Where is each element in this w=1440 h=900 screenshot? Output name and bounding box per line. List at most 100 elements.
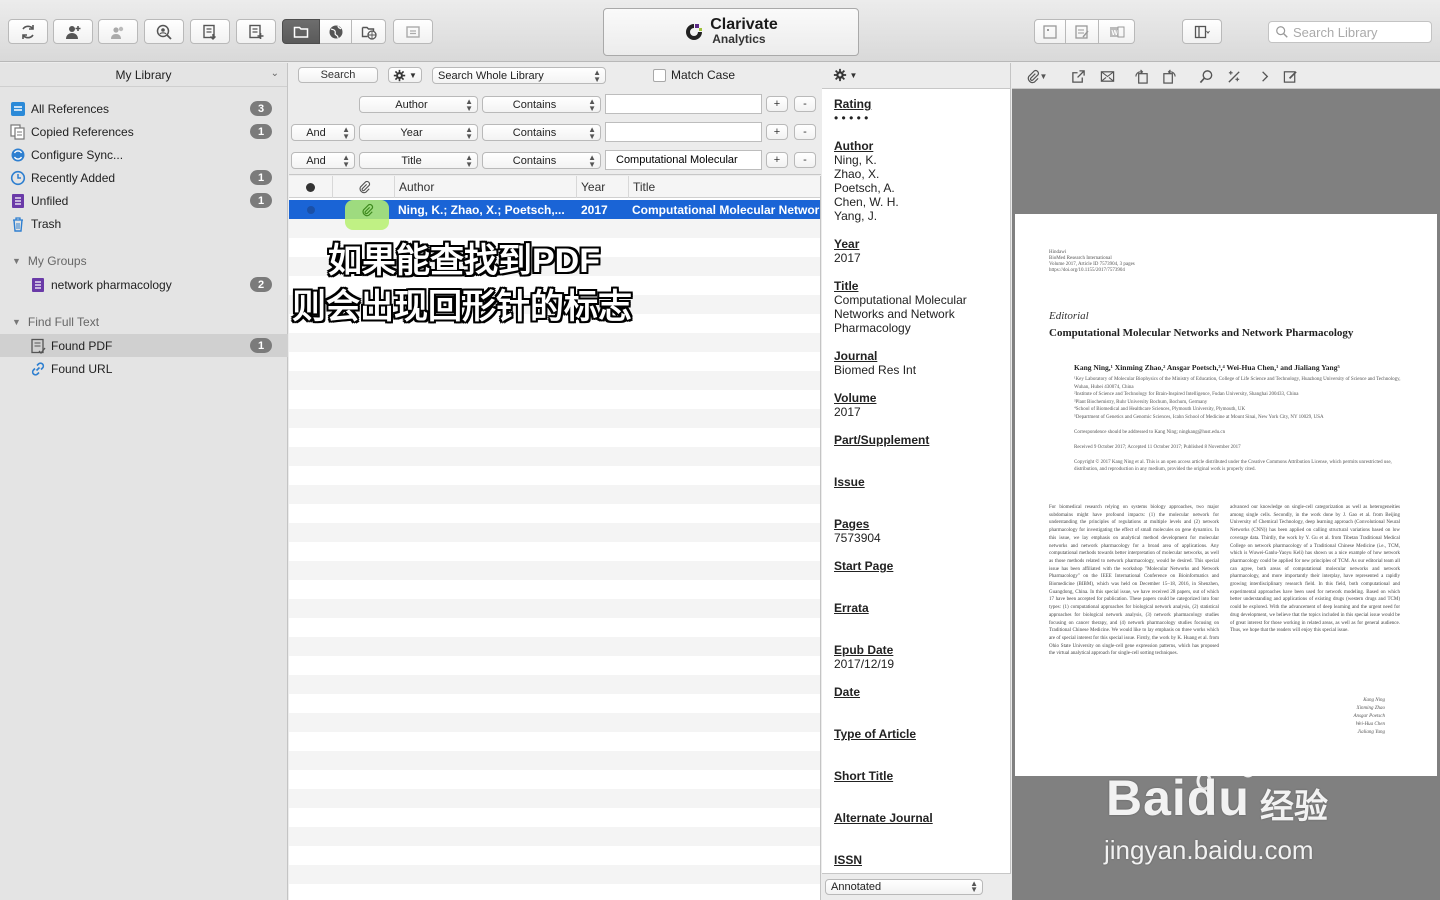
pdf-page[interactable]: Hindawi BioMed Research International Vo… (1015, 214, 1437, 776)
detail-field[interactable]: Type of Article (834, 727, 1004, 769)
search-value-field[interactable] (605, 150, 762, 170)
sidebar-item-configure-sync[interactable]: Configure Sync... (0, 143, 288, 166)
group-header-find-full-text[interactable]: ▼ Find Full Text (0, 311, 288, 333)
search-library-input[interactable] (1293, 24, 1423, 40)
sidebar-title: My Library (115, 67, 172, 82)
search-bool-select[interactable]: And ▲ ▼ (291, 124, 355, 141)
checkbox-box[interactable] (653, 68, 666, 82)
folder-list-icon (406, 25, 420, 38)
layout-reference-button[interactable] (1034, 19, 1066, 44)
search-button[interactable]: Search (298, 67, 378, 83)
detail-field[interactable]: Pages 7573904 (834, 517, 1004, 559)
sidebar-item-all-references[interactable]: All References 3 (0, 97, 288, 120)
search-scope-select[interactable]: Search Whole Library ▲ ▼ (432, 67, 606, 84)
next-button[interactable] (1255, 67, 1273, 85)
local-library-mode-button[interactable] (282, 19, 320, 44)
annotated-select[interactable]: Annotated ▲ ▼ (825, 879, 983, 895)
detail-field[interactable]: Part/Supplement (834, 433, 1004, 475)
sync-button[interactable] (8, 19, 48, 44)
search-field-select[interactable]: Year ▲ ▼ (359, 124, 478, 141)
online-search-button[interactable] (144, 19, 184, 44)
detail-field-label: Type of Article (834, 727, 917, 741)
minus-label: - (803, 126, 807, 138)
search-library-field[interactable] (1268, 21, 1432, 43)
remove-search-row-button[interactable]: - (794, 96, 816, 112)
layout-toggle-button[interactable] (1182, 19, 1222, 44)
import-icon (203, 24, 216, 40)
detail-field[interactable]: Volume 2017 (834, 391, 1004, 433)
detail-field[interactable]: Start Page (834, 559, 1004, 601)
sidebar-item-trash[interactable]: Trash (0, 212, 288, 235)
sidebar-item-found-url[interactable]: Found URL (0, 357, 288, 380)
search-operator-select[interactable]: Contains ▲ ▼ (482, 124, 601, 141)
count-badge: 1 (250, 338, 272, 353)
disclosure-triangle-icon[interactable]: ▼ (12, 317, 21, 327)
table-row[interactable]: Ning, K.; Zhao, X.; Poetsch,... 2017 Com… (289, 200, 820, 230)
import-button[interactable] (190, 19, 230, 44)
column-read-status[interactable] (289, 176, 333, 198)
online-search-mode-button[interactable] (320, 19, 352, 44)
add-search-row-button[interactable]: + (766, 152, 788, 168)
search-options-menu[interactable]: ▼ (388, 67, 422, 83)
column-attachment[interactable] (333, 176, 395, 198)
chevron-down-icon[interactable]: ⌄ (271, 68, 279, 79)
sidebar-item-copied-references[interactable]: Copied References 1 (0, 120, 288, 143)
layout-edit-button[interactable] (1066, 19, 1099, 44)
detail-field[interactable]: Author Ning, K. Zhao, X. Poetsch, A. Chen… (834, 139, 1004, 237)
attachment-cell[interactable] (345, 200, 389, 219)
column-title[interactable]: Title (629, 176, 820, 198)
search-value-field[interactable] (605, 122, 762, 142)
sidebar-item-found-pdf[interactable]: Found PDF 1 (0, 334, 288, 357)
detail-field[interactable]: Epub Date 2017/12/19 (834, 643, 1004, 685)
column-author[interactable]: Author (395, 176, 577, 198)
remove-search-row-button[interactable]: - (794, 152, 816, 168)
annotation-tool-button[interactable] (1225, 67, 1243, 85)
search-value-field[interactable] (605, 94, 762, 114)
search-value-input[interactable] (616, 154, 761, 166)
rotate-right-button[interactable] (1160, 67, 1178, 85)
detail-field[interactable]: Date (834, 685, 1004, 727)
detail-field[interactable]: Journal Biomed Res Int (834, 349, 1004, 391)
detail-field[interactable]: Errata (834, 601, 1004, 643)
new-reference-button[interactable] (236, 19, 276, 44)
sidebar-item-recently-added[interactable]: Recently Added 1 (0, 166, 288, 189)
add-search-row-button[interactable]: + (766, 124, 788, 140)
group-header-my-groups[interactable]: ▼ My Groups (0, 250, 288, 272)
group-sharing-button[interactable] (98, 19, 138, 44)
minus-label: - (803, 98, 807, 110)
sidebar-item-unfiled[interactable]: Unfiled 1 (0, 189, 288, 212)
search-bool-select[interactable]: And ▲ ▼ (291, 152, 355, 169)
detail-field[interactable]: Alternate Journal (834, 811, 1004, 853)
rotate-left-button[interactable] (1132, 67, 1150, 85)
search-operator-select[interactable]: Contains ▲ ▼ (482, 96, 601, 113)
open-external-button[interactable] (1069, 67, 1087, 85)
detail-options-menu[interactable]: ▼ (826, 67, 864, 83)
remove-search-row-button[interactable]: - (794, 124, 816, 140)
search-value-input[interactable] (616, 126, 761, 138)
layout-word-button[interactable]: W (1099, 19, 1135, 44)
sidebar-header[interactable]: My Library ⌄ (0, 63, 287, 87)
search-field-select[interactable]: Title ▲ ▼ (359, 152, 478, 169)
add-search-row-button[interactable]: + (766, 96, 788, 112)
integrated-library-mode-button[interactable] (352, 19, 386, 44)
sidebar-item-network-pharmacology[interactable]: network pharmacology 2 (0, 273, 288, 296)
match-case-checkbox[interactable]: Match Case (653, 67, 735, 83)
attach-menu-button[interactable]: ▼ (1020, 67, 1052, 85)
detail-field[interactable]: Year 2017 (834, 237, 1004, 279)
detail-field[interactable]: Short Title (834, 769, 1004, 811)
column-year[interactable]: Year (577, 176, 629, 198)
show-all-button[interactable] (393, 19, 433, 44)
share-library-button[interactable] (53, 19, 93, 44)
email-button[interactable] (1098, 67, 1116, 85)
detail-field[interactable]: Rating • • • • • (834, 97, 1004, 139)
detail-field[interactable]: Issue (834, 475, 1004, 517)
disclosure-triangle-icon[interactable]: ▼ (12, 256, 21, 266)
search-operator-select[interactable]: Contains ▲ ▼ (482, 152, 601, 169)
search-field-select[interactable]: Author ▲ ▼ (359, 96, 478, 113)
find-in-pdf-button[interactable] (1197, 67, 1215, 85)
edit-pdf-button[interactable] (1281, 67, 1299, 85)
plus-label: + (773, 154, 781, 166)
column-author-label: Author (399, 180, 435, 194)
detail-field[interactable]: Title Computational Molecular Networks an… (834, 279, 1004, 349)
search-value-input[interactable] (616, 98, 761, 110)
